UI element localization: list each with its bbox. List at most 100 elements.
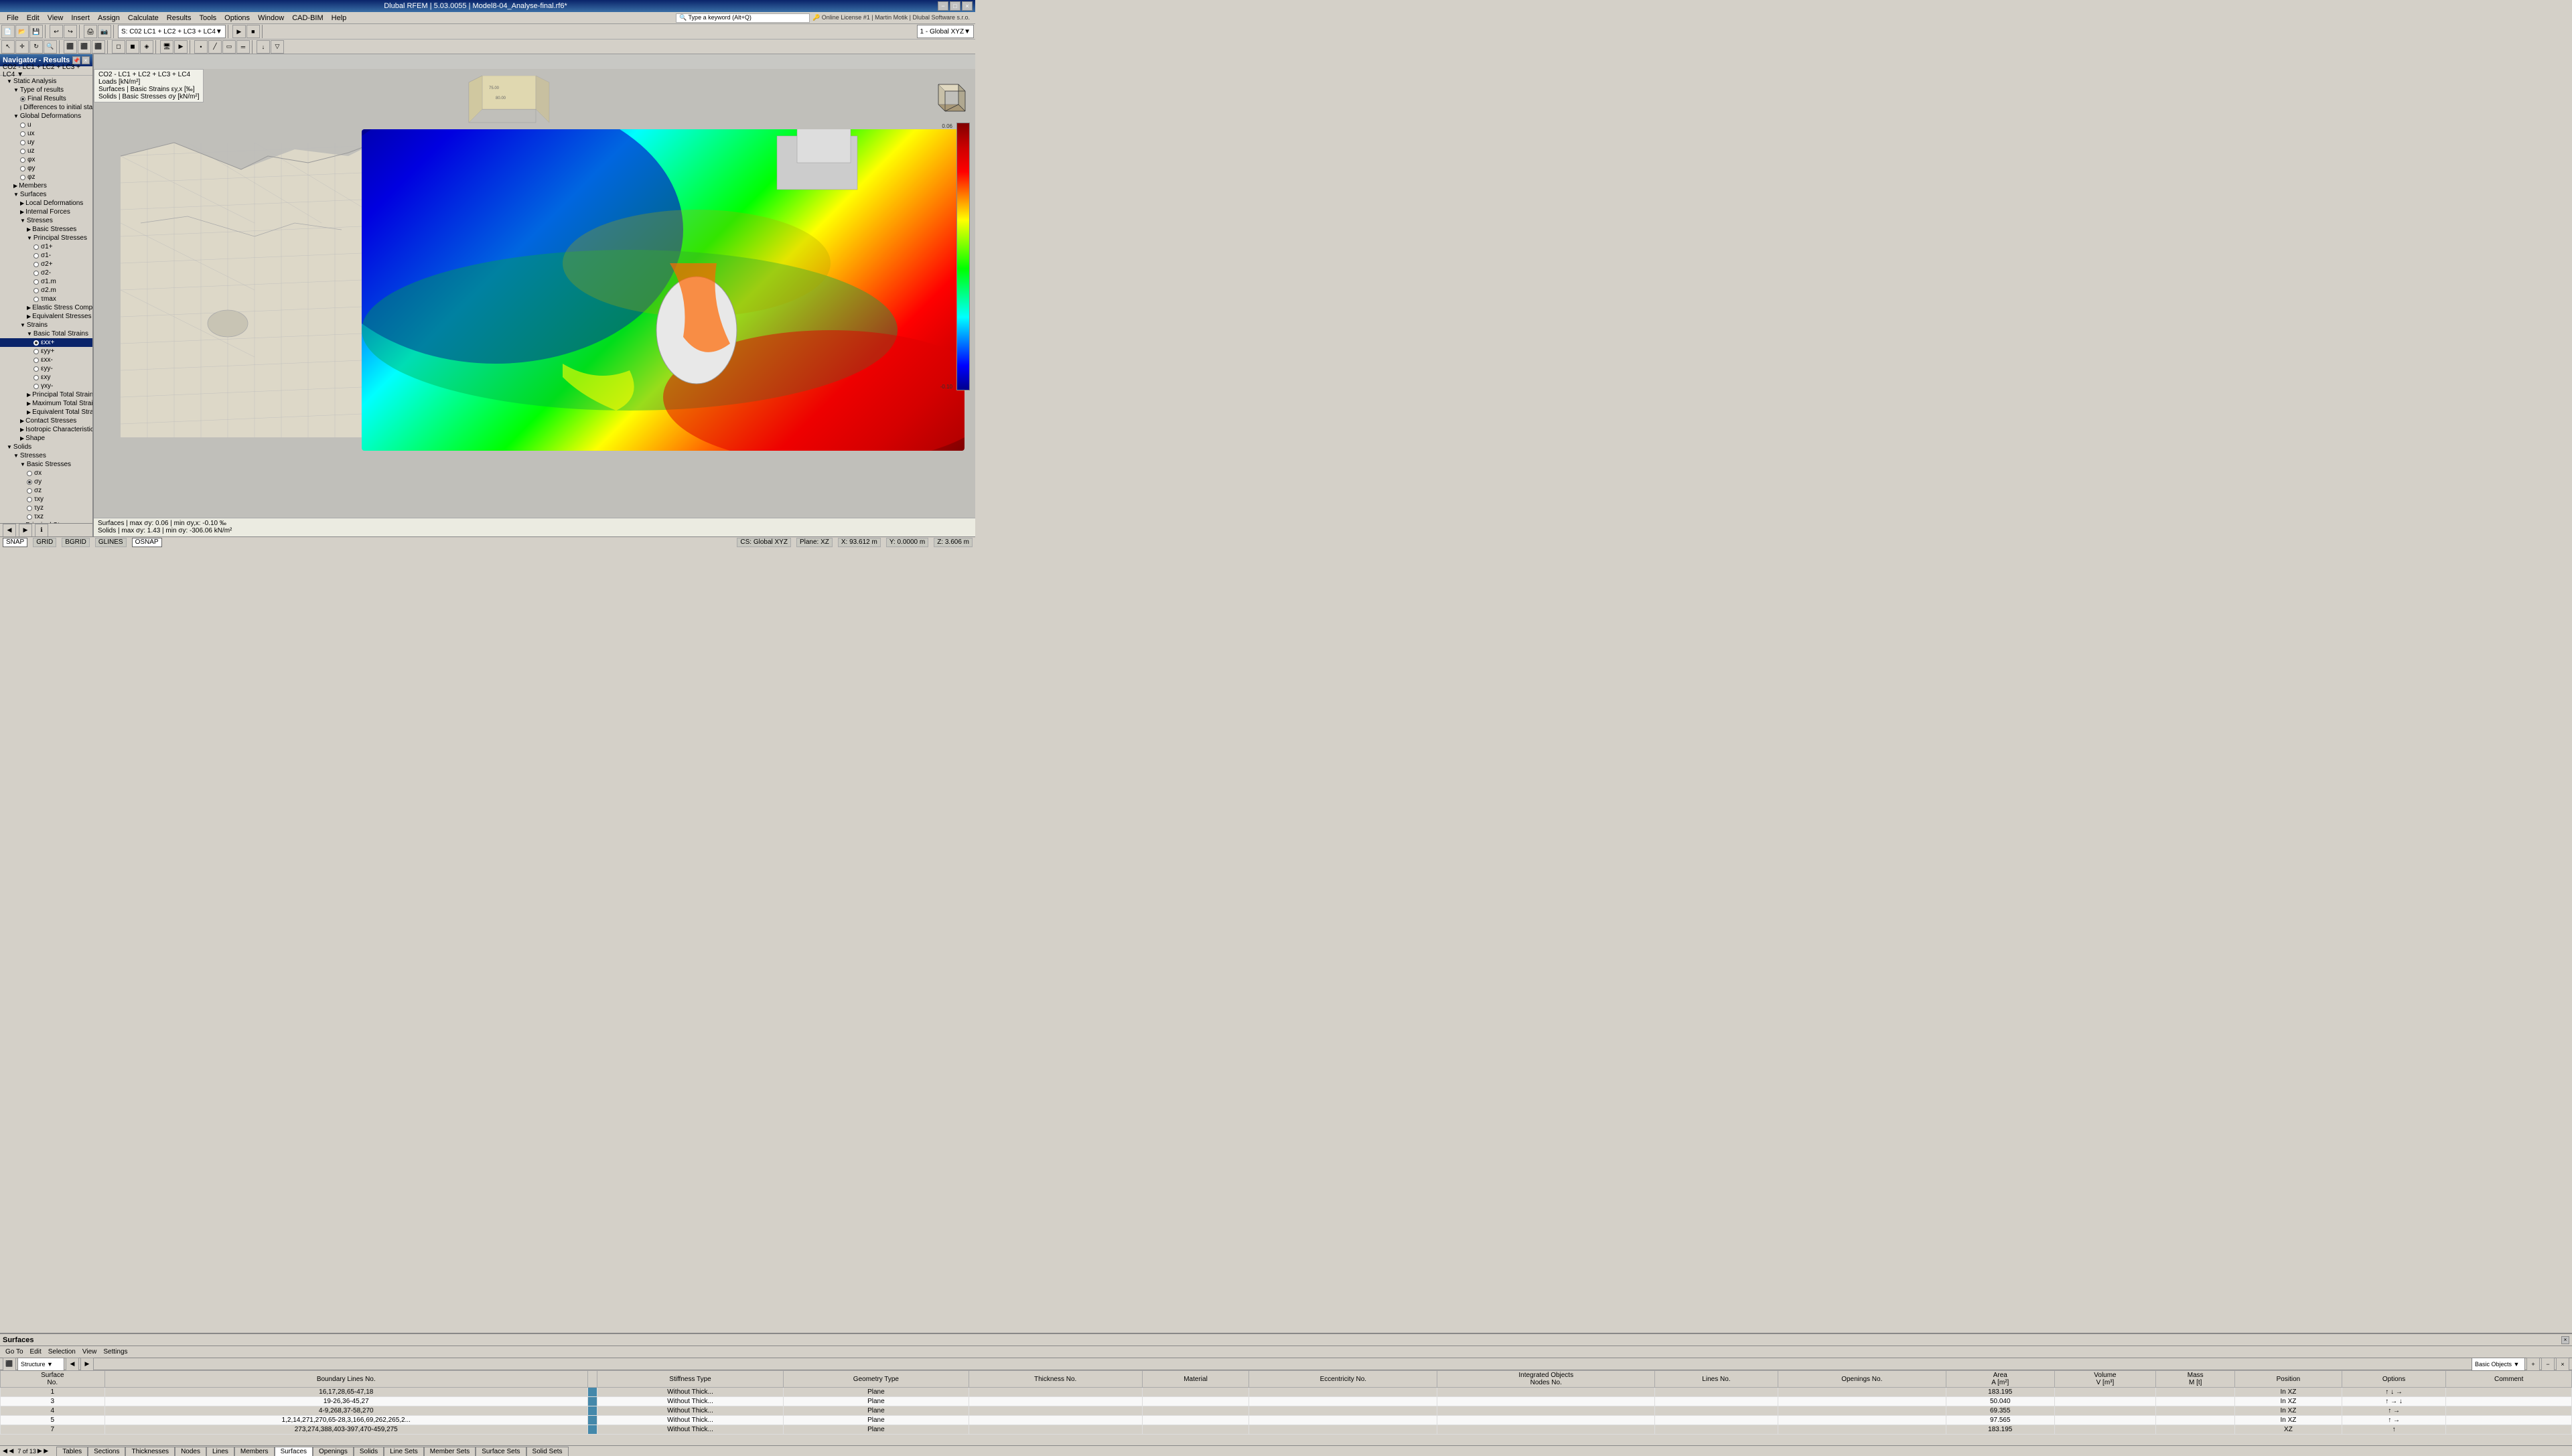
surfaces-tb-icon2[interactable]: −	[2541, 1358, 2555, 1371]
col-geometry-type[interactable]: Geometry Type	[784, 1371, 969, 1388]
tb-view-3d[interactable]: ⬛	[92, 40, 105, 54]
nav-members[interactable]: ▶ Members	[0, 181, 92, 190]
nav-s1plus[interactable]: σ1+	[0, 242, 92, 251]
nav-px[interactable]: φx	[0, 155, 92, 164]
tb-lines[interactable]: ╱	[208, 40, 222, 54]
nav-basic-stresses[interactable]: ▶ Basic Stresses	[0, 225, 92, 234]
nav-txy[interactable]: τxy	[0, 495, 92, 504]
surfaces-menu-view[interactable]: View	[80, 1348, 100, 1356]
minimize-button[interactable]: −	[938, 1, 948, 11]
table-row[interactable]: 1 16,17,28,65-47,18 Without Thick... Pla…	[1, 1388, 2572, 1397]
surfaces-panel-close[interactable]: ×	[2561, 1336, 2569, 1344]
close-button[interactable]: ×	[962, 1, 973, 11]
menu-edit[interactable]: Edit	[23, 13, 44, 23]
nav-exx-plus[interactable]: εxx+	[0, 338, 92, 347]
col-surface-no[interactable]: SurfaceNo.	[1, 1371, 105, 1388]
titlebar-controls[interactable]: − □ ×	[938, 1, 973, 11]
nav-gxy[interactable]: γxy-	[0, 382, 92, 390]
tab-member-sets[interactable]: Member Sets	[424, 1447, 476, 1456]
menu-window[interactable]: Window	[254, 13, 288, 23]
nav-solids-stresses[interactable]: ▼ Stresses	[0, 451, 92, 460]
col-mass[interactable]: MassM [t]	[2156, 1371, 2235, 1388]
nav-strains[interactable]: ▼ Strains	[0, 321, 92, 330]
col-openings-no[interactable]: Openings No.	[1778, 1371, 1946, 1388]
nav-exx-minus[interactable]: εxx-	[0, 356, 92, 364]
tb-supports[interactable]: ▽	[271, 40, 284, 54]
nav-surfaces[interactable]: ▼ Surfaces	[0, 190, 92, 199]
tb-new[interactable]: 📄	[1, 25, 15, 38]
nav-stresses[interactable]: ▼ Stresses	[0, 216, 92, 225]
tb-members[interactable]: ═	[236, 40, 250, 54]
nav-basic-total-strains[interactable]: ▼ Basic Total Strains	[0, 330, 92, 338]
tab-surfaces[interactable]: Surfaces	[275, 1447, 313, 1456]
col-eccentricity[interactable]: Eccentricity No.	[1249, 1371, 1437, 1388]
surfaces-tb-icon1[interactable]: +	[2526, 1358, 2540, 1371]
view-dropdown[interactable]: 1 - Global XYZ ▼	[917, 25, 975, 38]
tab-sections[interactable]: Sections	[88, 1447, 125, 1456]
tb-solid[interactable]: ◼	[126, 40, 139, 54]
surfaces-structure-dropdown[interactable]: Structure ▼	[17, 1358, 64, 1371]
surfaces-menu-edit[interactable]: Edit	[27, 1348, 44, 1356]
nav-txz[interactable]: τxz	[0, 512, 92, 521]
nav-diff-initial[interactable]: Differences to initial state	[0, 103, 92, 112]
tb-render[interactable]: 🖥	[160, 40, 173, 54]
nav-s2plus[interactable]: σ2+	[0, 260, 92, 269]
nav-contact-stresses[interactable]: ▶ Contact Stresses	[0, 417, 92, 425]
col-comment[interactable]: Comment	[2446, 1371, 2572, 1388]
nav-btn-forward[interactable]: ▶	[19, 524, 32, 537]
nav-u[interactable]: u	[0, 121, 92, 129]
tab-surface-sets[interactable]: Surface Sets	[476, 1447, 526, 1456]
col-material[interactable]: Material	[1142, 1371, 1249, 1388]
nav-maximum-total[interactable]: ▶ Maximum Total Strains	[0, 399, 92, 408]
col-stiffness-type[interactable]: Stiffness Type	[597, 1371, 783, 1388]
col-area[interactable]: AreaA [m²]	[1946, 1371, 2054, 1388]
tb-select[interactable]: ↖	[1, 40, 15, 54]
tab-line-sets[interactable]: Line Sets	[384, 1447, 424, 1456]
tb-screenshot[interactable]: 📷	[98, 25, 111, 38]
col-thickness-no[interactable]: Thickness No.	[969, 1371, 1142, 1388]
tb-rotate[interactable]: ↻	[29, 40, 43, 54]
tb-run[interactable]: ▶	[232, 25, 246, 38]
menu-insert[interactable]: Insert	[67, 13, 94, 23]
nav-tmax[interactable]: τmax	[0, 295, 92, 303]
nav-global-deform[interactable]: ▼ Global Deformations	[0, 112, 92, 121]
tb-print[interactable]: 🖨	[84, 25, 97, 38]
nav-solids[interactable]: ▼ Solids	[0, 443, 92, 451]
menu-calculate[interactable]: Calculate	[124, 13, 163, 23]
cube-viewer[interactable]	[928, 74, 969, 115]
table-row[interactable]: 4 4-9,268,37-58,270 Without Thick... Pla…	[1, 1406, 2572, 1416]
col-volume[interactable]: VolumeV [m³]	[2054, 1371, 2156, 1388]
tb-surfaces[interactable]: ▭	[222, 40, 236, 54]
surfaces-menu-selection[interactable]: Selection	[46, 1348, 78, 1356]
nav-py[interactable]: φy	[0, 164, 92, 173]
tb-nodes[interactable]: •	[194, 40, 208, 54]
menu-results[interactable]: Results	[163, 13, 196, 23]
surfaces-table-container[interactable]: SurfaceNo. Boundary Lines No. Stiffness …	[0, 1370, 2572, 1445]
nav-principal-total[interactable]: ▶ Principal Total Strains	[0, 390, 92, 399]
tb-loads[interactable]: ↓	[257, 40, 270, 54]
surfaces-menu-goto[interactable]: Go To	[3, 1348, 26, 1356]
tab-lines[interactable]: Lines	[206, 1447, 234, 1456]
tb-view-front[interactable]: ⬛	[64, 40, 77, 54]
nav-shape[interactable]: ▶ Shape	[0, 434, 92, 443]
tb-zoom-in[interactable]: 🔍	[44, 40, 57, 54]
surfaces-tb-btn1[interactable]: ⬛	[3, 1358, 16, 1371]
3d-scene[interactable]: 75.00 80.00	[94, 69, 975, 536]
nav-s2minus[interactable]: σ2-	[0, 269, 92, 277]
tb-save[interactable]: 💾	[29, 25, 43, 38]
tb-open[interactable]: 📂	[15, 25, 29, 38]
nav-local-deform[interactable]: ▶ Local Deformations	[0, 199, 92, 208]
tb-stop[interactable]: ■	[246, 25, 260, 38]
nav-s1m[interactable]: σ1.m	[0, 277, 92, 286]
status-glines[interactable]: GLINES	[95, 538, 127, 547]
nav-s2m[interactable]: σ2.m	[0, 286, 92, 295]
nav-uy[interactable]: uy	[0, 138, 92, 147]
surfaces-tb-nav-left[interactable]: ◀	[66, 1358, 79, 1371]
nav-ux[interactable]: ux	[0, 129, 92, 138]
status-grid[interactable]: GRID	[33, 538, 56, 547]
table-row[interactable]: 5 1,2,14,271,270,65-28,3,166,69,262,265,…	[1, 1416, 2572, 1425]
tb-move[interactable]: ✛	[15, 40, 29, 54]
nav-equiv-total[interactable]: ▶ Equivalent Total Strains	[0, 408, 92, 417]
nav-sy[interactable]: σy	[0, 478, 92, 486]
nav-tyz[interactable]: τyz	[0, 504, 92, 512]
